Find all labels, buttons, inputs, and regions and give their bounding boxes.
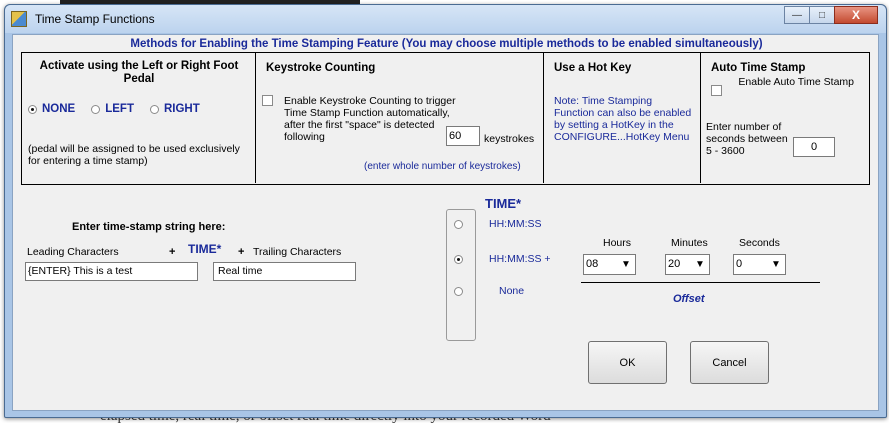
ok-button[interactable]: OK <box>588 341 667 384</box>
keystroke-heading: Keystroke Counting <box>266 62 376 74</box>
title-bar[interactable]: Time Stamp Functions — □ X <box>5 5 886 33</box>
seconds-label: Seconds <box>739 237 780 249</box>
pedal-option-left[interactable]: LEFT <box>91 103 134 115</box>
close-button[interactable]: X <box>834 6 878 24</box>
foot-pedal-heading: Activate using the Left or Right Foot Pe… <box>39 60 239 85</box>
methods-title: Methods for Enabling the Time Stamping F… <box>130 38 763 50</box>
dropdown-arrow-icon[interactable]: ▼ <box>619 257 633 272</box>
window-controls: — □ X <box>784 6 878 24</box>
keystroke-enable-checkbox[interactable] <box>262 95 273 106</box>
plus-sign: + <box>169 246 176 258</box>
format-option-hhmmss-plus-label: HH:MM:SS + <box>489 253 551 265</box>
hours-value: 08 <box>586 258 599 270</box>
keystroke-count-input[interactable]: 60 <box>446 126 480 146</box>
plus-sign: + <box>238 246 245 258</box>
seconds-select[interactable]: 0 ▼ <box>733 254 786 275</box>
hours-select[interactable]: 08 ▼ <box>583 254 636 275</box>
methods-box: Activate using the Left or Right Foot Pe… <box>21 52 870 185</box>
hotkey-heading: Use a Hot Key <box>554 62 632 74</box>
auto-stamp-label: Enable Auto Time Stamp <box>738 76 854 88</box>
dropdown-arrow-icon[interactable]: ▼ <box>693 257 707 272</box>
cancel-button[interactable]: Cancel <box>690 341 769 384</box>
minutes-label: Minutes <box>671 237 708 249</box>
format-option-none-radio[interactable] <box>454 287 463 296</box>
keystroke-enable-label: Enable Keystroke Counting to trigger Tim… <box>284 95 456 143</box>
dialog-client-area: Methods for Enabling the Time Stamping F… <box>12 34 879 411</box>
radio-button-icon[interactable] <box>149 104 159 114</box>
leading-characters-input[interactable]: {ENTER} This is a test <box>25 262 198 281</box>
auto-seconds-label: Enter number of seconds between 5 - 3600 <box>706 121 788 157</box>
hotkey-section: Use a Hot Key Note: Time Stamping Functi… <box>544 53 701 183</box>
time-format-heading: TIME* <box>485 196 522 211</box>
maximize-button[interactable]: □ <box>809 6 835 24</box>
foot-pedal-options: NONE LEFT RIGHT <box>28 103 200 115</box>
keystroke-unit-label: keystrokes <box>484 133 535 145</box>
trailing-characters-input[interactable]: Real time <box>213 262 356 281</box>
time-format-group <box>446 209 476 341</box>
time-token: TIME* <box>188 242 222 256</box>
auto-stamp-heading: Auto Time Stamp <box>711 62 806 74</box>
pedal-option-label: RIGHT <box>163 103 200 115</box>
pedal-option-none[interactable]: NONE <box>28 103 75 115</box>
keystroke-section: Keystroke Counting Enable Keystroke Coun… <box>256 53 544 183</box>
pedal-option-right[interactable]: RIGHT <box>149 103 200 115</box>
auto-seconds-input[interactable]: 0 <box>793 137 835 157</box>
minimize-button[interactable]: — <box>784 6 810 24</box>
leading-characters-label: Leading Characters <box>27 246 119 258</box>
stamp-string-label: Enter time-stamp string here: <box>72 221 226 233</box>
radio-button-icon[interactable] <box>28 104 37 114</box>
window-title: Time Stamp Functions <box>35 12 155 26</box>
time-stamp-dialog: Time Stamp Functions — □ X Methods for E… <box>4 4 887 418</box>
dropdown-arrow-icon[interactable]: ▼ <box>769 257 783 272</box>
pedal-option-label: NONE <box>42 103 76 115</box>
pedal-option-label: LEFT <box>105 103 134 115</box>
trailing-characters-label: Trailing Characters <box>253 246 342 258</box>
format-option-hhmmss-radio[interactable] <box>454 220 463 229</box>
foot-pedal-note: (pedal will be assigned to be used exclu… <box>28 143 240 167</box>
radio-button-icon[interactable] <box>91 104 101 114</box>
keystroke-hint: (enter whole number of keystrokes) <box>364 161 521 172</box>
format-option-hhmmss-label: HH:MM:SS <box>489 218 542 230</box>
minutes-value: 20 <box>668 258 681 270</box>
auto-stamp-section: Auto Time Stamp Enable Auto Time Stamp E… <box>701 53 869 183</box>
offset-divider <box>581 282 820 283</box>
format-option-hhmmss-plus-radio[interactable] <box>454 255 463 264</box>
format-option-none-label: None <box>499 285 525 297</box>
offset-label: Offset <box>673 293 705 305</box>
hotkey-note: Note: Time Stamping Function can also be… <box>554 95 692 143</box>
hours-label: Hours <box>603 237 632 249</box>
seconds-value: 0 <box>736 258 743 270</box>
minutes-select[interactable]: 20 ▼ <box>665 254 710 275</box>
app-icon <box>11 11 27 27</box>
foot-pedal-section: Activate using the Left or Right Foot Pe… <box>22 53 256 183</box>
auto-stamp-checkbox[interactable] <box>711 85 722 96</box>
